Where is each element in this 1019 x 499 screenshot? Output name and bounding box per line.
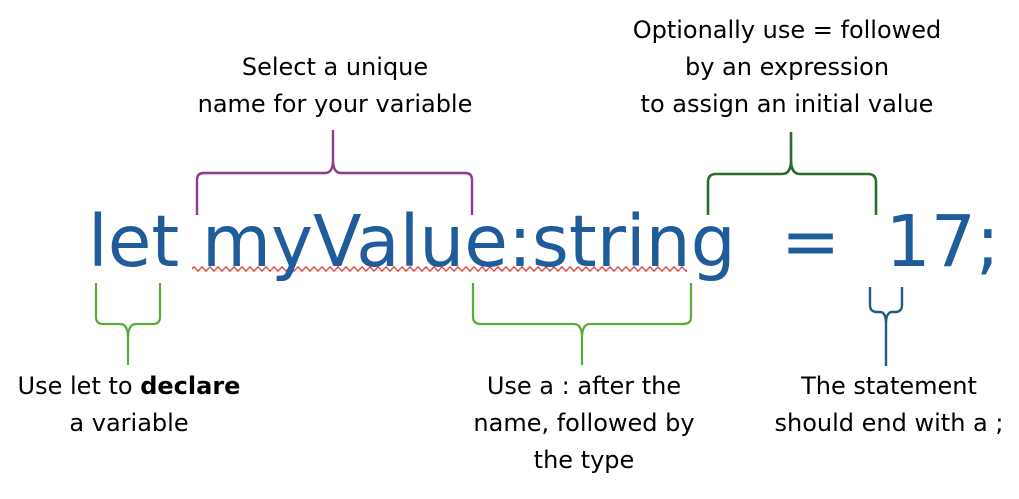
annotation-assign-line3: to assign an initial value bbox=[640, 90, 934, 118]
annotation-end: The statement should end with a ; bbox=[752, 368, 1019, 442]
annotation-let: Use let to declare a variable bbox=[8, 368, 250, 442]
type-name: string bbox=[531, 200, 736, 283]
annotation-type-line1: Use a : after the bbox=[486, 372, 682, 400]
equals-sign: = bbox=[780, 200, 841, 283]
annotation-assign-line2: by an expression bbox=[684, 53, 890, 81]
annotation-type-line2: name, followed by bbox=[473, 409, 695, 437]
annotation-let-bold: declare bbox=[140, 372, 241, 400]
annotation-name: Select a unique name for your variable bbox=[182, 49, 488, 123]
annotation-let-line1: Use let to declare bbox=[8, 368, 250, 405]
annotation-let-line2: a variable bbox=[69, 409, 189, 437]
annotation-name-line1: Select a unique bbox=[241, 53, 429, 81]
annotation-type: Use a : after the name, followed by the … bbox=[455, 368, 713, 479]
brace-type bbox=[471, 283, 693, 365]
brace-let bbox=[94, 283, 162, 365]
keyword-let: let bbox=[88, 200, 180, 283]
annotation-assign-line1: Optionally use = followed bbox=[632, 16, 942, 44]
annotation-name-line2: name for your variable bbox=[197, 90, 473, 118]
annotation-assign: Optionally use = followed by an expressi… bbox=[608, 12, 966, 123]
annotation-end-line2: should end with a ; bbox=[774, 409, 1004, 437]
annotation-end-line1: The statement bbox=[801, 372, 977, 400]
annotation-type-line3: the type bbox=[533, 446, 635, 474]
brace-end bbox=[868, 287, 904, 366]
annotation-let-line1-text: Use let to bbox=[17, 372, 141, 400]
code-line: let myValue:string = 17; bbox=[88, 194, 1000, 289]
identifier: myValue bbox=[201, 200, 508, 283]
literal-value: 17 bbox=[885, 200, 976, 283]
colon: : bbox=[507, 200, 532, 283]
semicolon: ; bbox=[975, 200, 1000, 283]
